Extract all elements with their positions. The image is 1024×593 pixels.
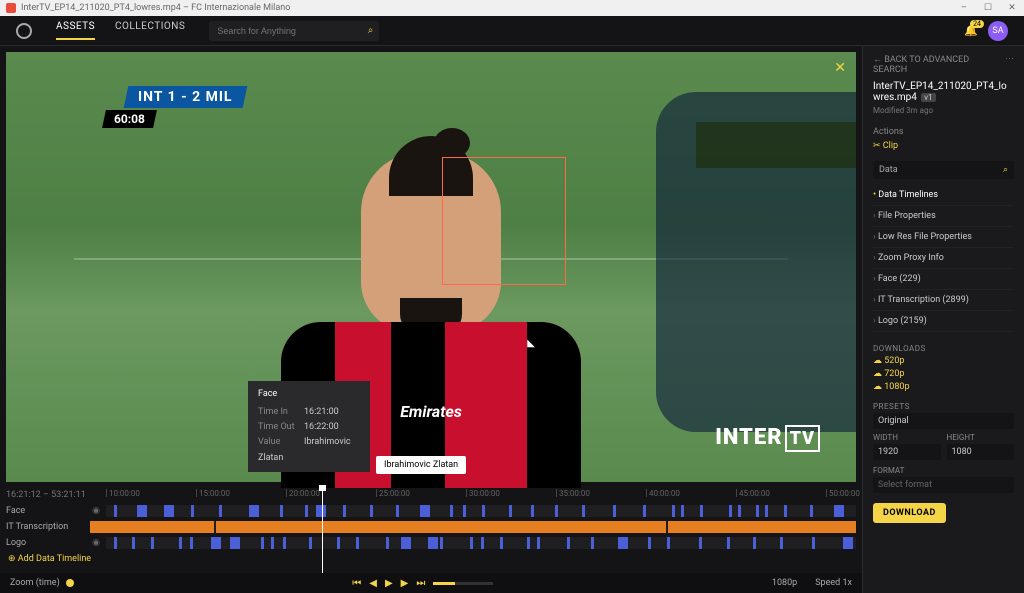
playhead[interactable] <box>322 488 323 573</box>
maximize-button[interactable]: ☐ <box>976 0 1000 16</box>
clip-button[interactable]: Clip <box>873 141 1014 151</box>
skip-forward-icon[interactable]: ⏭ <box>416 578 425 589</box>
face-label-chip[interactable]: Ibrahimovic Zlatan <box>376 456 466 474</box>
file-name: InterTV_EP14_211020_PT4_lowres.mp4 <box>873 81 1007 103</box>
time-tick: 25:00:00 <box>376 489 410 497</box>
accordion-item[interactable]: Low Res File Properties <box>873 227 1014 248</box>
accordion-item[interactable]: Zoom Proxy Info <box>873 248 1014 269</box>
timecode-total: 53:21:11 <box>51 490 86 500</box>
height-label: HEIGHT <box>947 433 1015 442</box>
avatar[interactable]: SA <box>988 21 1008 41</box>
time-tick: 50:00:00 <box>826 489 860 497</box>
bottom-bar: Zoom (time) ⏮ ◀ ▶ ▶ ⏭ 1080p Speed 1x <box>0 573 862 593</box>
time-tick: 40:00:00 <box>646 489 680 497</box>
close-icon[interactable]: ✕ <box>834 60 846 76</box>
download-button[interactable]: DOWNLOAD <box>873 503 946 523</box>
puma-icon: ◣ <box>527 338 535 349</box>
close-button[interactable]: ✕ <box>1000 0 1024 16</box>
speed-select[interactable]: Speed 1x <box>815 578 852 588</box>
timecode-current: 16:21:12 <box>6 490 41 500</box>
minimize-button[interactable]: – <box>952 0 976 16</box>
right-sidebar: ⋯ BACK TO ADVANCED SEARCH InterTV_EP14_2… <box>862 46 1024 593</box>
timeline[interactable]: 16:21:12 – 53:21:11 10:00:0015:00:0020:0… <box>0 488 862 573</box>
scoreboard: INT 1 - 2 MIL <box>124 86 247 108</box>
jersey-sponsor: Emirates <box>400 402 462 421</box>
more-icon[interactable]: ⋯ <box>1005 54 1014 64</box>
timeline-track[interactable]: Face◉ <box>6 504 856 518</box>
preset-select[interactable]: Original <box>873 413 1014 429</box>
progress-bar[interactable] <box>433 582 493 585</box>
search-icon[interactable]: ⌕ <box>1003 165 1008 175</box>
play-icon[interactable]: ▶ <box>385 578 393 589</box>
search-icon[interactable]: ⌕ <box>368 25 374 36</box>
time-tick: 10:00:00 <box>106 489 140 497</box>
width-label: WIDTH <box>873 433 941 442</box>
time-ruler[interactable]: 10:00:00 15:00:00 20:00:00 25:00:00 30:00:00… <box>106 489 856 501</box>
version-badge: v1 <box>921 93 935 102</box>
accordion-item[interactable]: IT Transcription (2899) <box>873 290 1014 311</box>
channel-watermark: INTERTV <box>715 425 820 452</box>
timeline-track[interactable]: Logo◉ <box>6 536 856 550</box>
nav-assets[interactable]: ASSETS <box>56 21 95 40</box>
notifications-button[interactable]: 🔔24 <box>964 24 978 37</box>
video-viewer[interactable]: Emirates ◣ INT 1 - 2 MIL 60:08 INTERTV ✕… <box>6 52 856 482</box>
zoom-slider[interactable] <box>66 579 74 587</box>
time-tick: 15:00:00 <box>196 489 230 497</box>
accordion-item[interactable]: Face (229) <box>873 269 1014 290</box>
presets-heading: PRESETS <box>873 402 1014 411</box>
zoom-label: Zoom (time) <box>10 578 60 588</box>
height-input[interactable]: 1080 <box>947 444 1015 460</box>
modified-text: Modified 3m ago <box>873 106 1014 115</box>
format-label: FORMAT <box>873 466 1014 475</box>
accordion-item[interactable]: File Properties <box>873 206 1014 227</box>
time-tick: 45:00:00 <box>736 489 770 497</box>
width-input[interactable]: 1920 <box>873 444 941 460</box>
frame-forward-icon[interactable]: ▶ <box>401 578 409 589</box>
top-nav: ASSETS COLLECTIONS ⌕ 🔔24 SA <box>0 16 1024 46</box>
download-option[interactable]: 720p <box>873 369 1014 379</box>
download-option[interactable]: 520p <box>873 356 1014 366</box>
os-titlebar: InterTV_EP14_211020_PT4_lowres.mp4 – FC … <box>0 0 1024 16</box>
marker-tooltip: Face Time In16:21:00 Time Out16:22:00 Va… <box>248 381 370 472</box>
app-icon <box>6 3 16 13</box>
eye-icon[interactable]: ◉ <box>92 538 100 548</box>
time-tick: 30:00:00 <box>466 489 500 497</box>
skip-back-icon[interactable]: ⏮ <box>352 578 361 589</box>
timeline-track[interactable]: IT Transcription◉ <box>6 520 856 534</box>
frame-back-icon[interactable]: ◀ <box>369 578 377 589</box>
logo-icon[interactable] <box>16 23 32 39</box>
playback-controls: ⏮ ◀ ▶ ▶ ⏭ <box>352 578 493 589</box>
downloads-heading: DOWNLOADS <box>873 344 1014 353</box>
face-detection-box[interactable] <box>442 157 566 285</box>
window-title: InterTV_EP14_211020_PT4_lowres.mp4 – FC … <box>21 3 290 13</box>
resolution-select[interactable]: 1080p <box>772 578 797 588</box>
time-tick: 35:00:00 <box>556 489 590 497</box>
time-tick: 20:00:00 <box>286 489 320 497</box>
accordion-item[interactable]: Logo (2159) <box>873 311 1014 332</box>
search-input[interactable] <box>209 21 379 41</box>
eye-icon[interactable]: ◉ <box>92 506 100 516</box>
nav-collections[interactable]: COLLECTIONS <box>115 21 185 40</box>
match-clock: 60:08 <box>102 110 157 128</box>
accordion-item[interactable]: Data Timelines <box>873 185 1014 206</box>
download-option[interactable]: 1080p <box>873 382 1014 392</box>
background-player <box>656 92 856 432</box>
data-search-field[interactable]: Data ⌕ <box>873 161 1014 179</box>
actions-heading: Actions <box>873 127 1014 137</box>
back-link[interactable]: BACK TO ADVANCED SEARCH <box>873 54 1014 75</box>
add-data-timeline-button[interactable]: Add Data Timeline <box>6 554 856 564</box>
notification-badge: 24 <box>970 20 984 28</box>
format-select[interactable]: Select format <box>873 477 1014 493</box>
